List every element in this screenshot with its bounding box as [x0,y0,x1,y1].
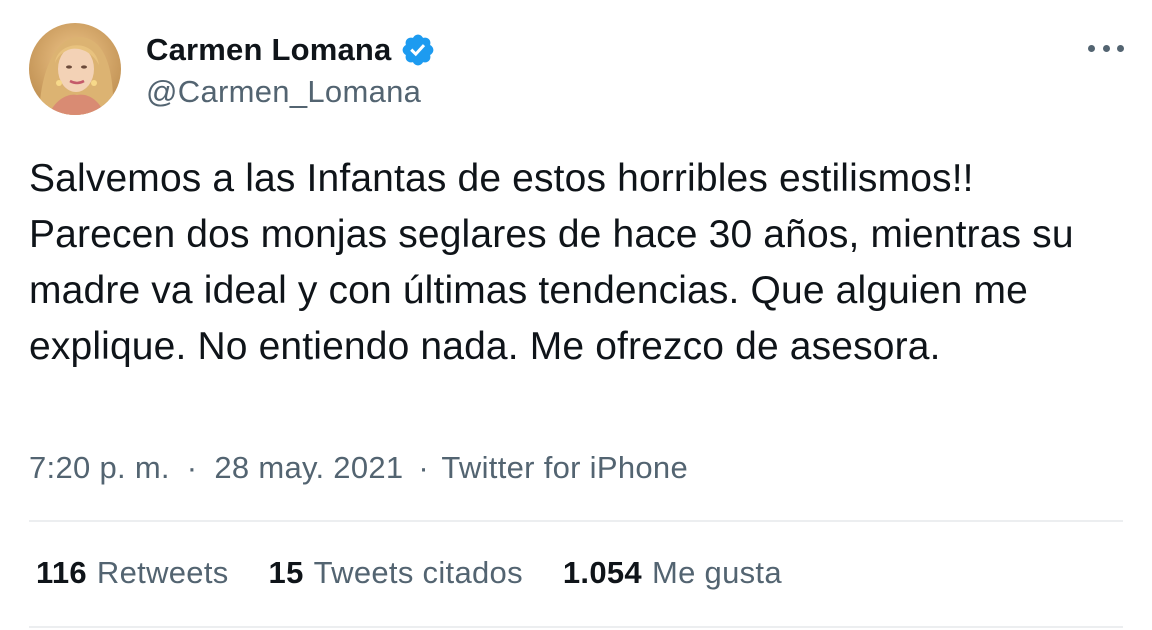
tweet-text: Salvemos a las Infantas de estos horribl… [29,157,1074,368]
stat-count: 1.054 [562,555,642,590]
more-dot [1102,44,1110,52]
more-horizontal-icon[interactable] [1088,38,1124,58]
tweet-card: Carmen Lomana @Carmen_Lomana Salvemos a … [0,0,1152,630]
stat-label: Me gusta [651,555,782,590]
stat-count: 116 [36,555,87,590]
more-dot [1117,44,1124,52]
stat-likes[interactable]: 1.054 Me gusta [563,555,782,591]
more-dot [1088,44,1095,52]
avatar-image [29,23,121,115]
tweet-meta: 7:20 p. m. · 28 may. 2021 · Twitter for … [29,450,688,486]
stat-label: Tweets citados [313,555,523,590]
tweet-source[interactable]: Twitter for iPhone [441,450,688,485]
verified-badge-icon [400,32,436,68]
stat-count: 15 [268,555,304,590]
meta-separator: · [418,450,430,485]
stat-retweets[interactable]: 116 Retweets [36,555,229,591]
author-handle[interactable]: @Carmen_Lomana [146,74,436,110]
display-name[interactable]: Carmen Lomana [146,32,392,68]
avatar[interactable] [29,23,121,115]
stat-label: Retweets [96,555,229,590]
divider [29,520,1123,522]
tweet-stats: 116 Retweets 15 Tweets citados 1.054 Me gus… [36,555,822,591]
stat-quote-tweets[interactable]: 15 Tweets citados [269,555,523,591]
tweet-date[interactable]: 28 may. 2021 [214,450,403,485]
divider [29,626,1123,628]
meta-separator: · [186,450,198,485]
display-name-row: Carmen Lomana [146,30,436,70]
author-block: Carmen Lomana @Carmen_Lomana [146,30,436,110]
tweet-time[interactable]: 7:20 p. m. [29,450,170,485]
